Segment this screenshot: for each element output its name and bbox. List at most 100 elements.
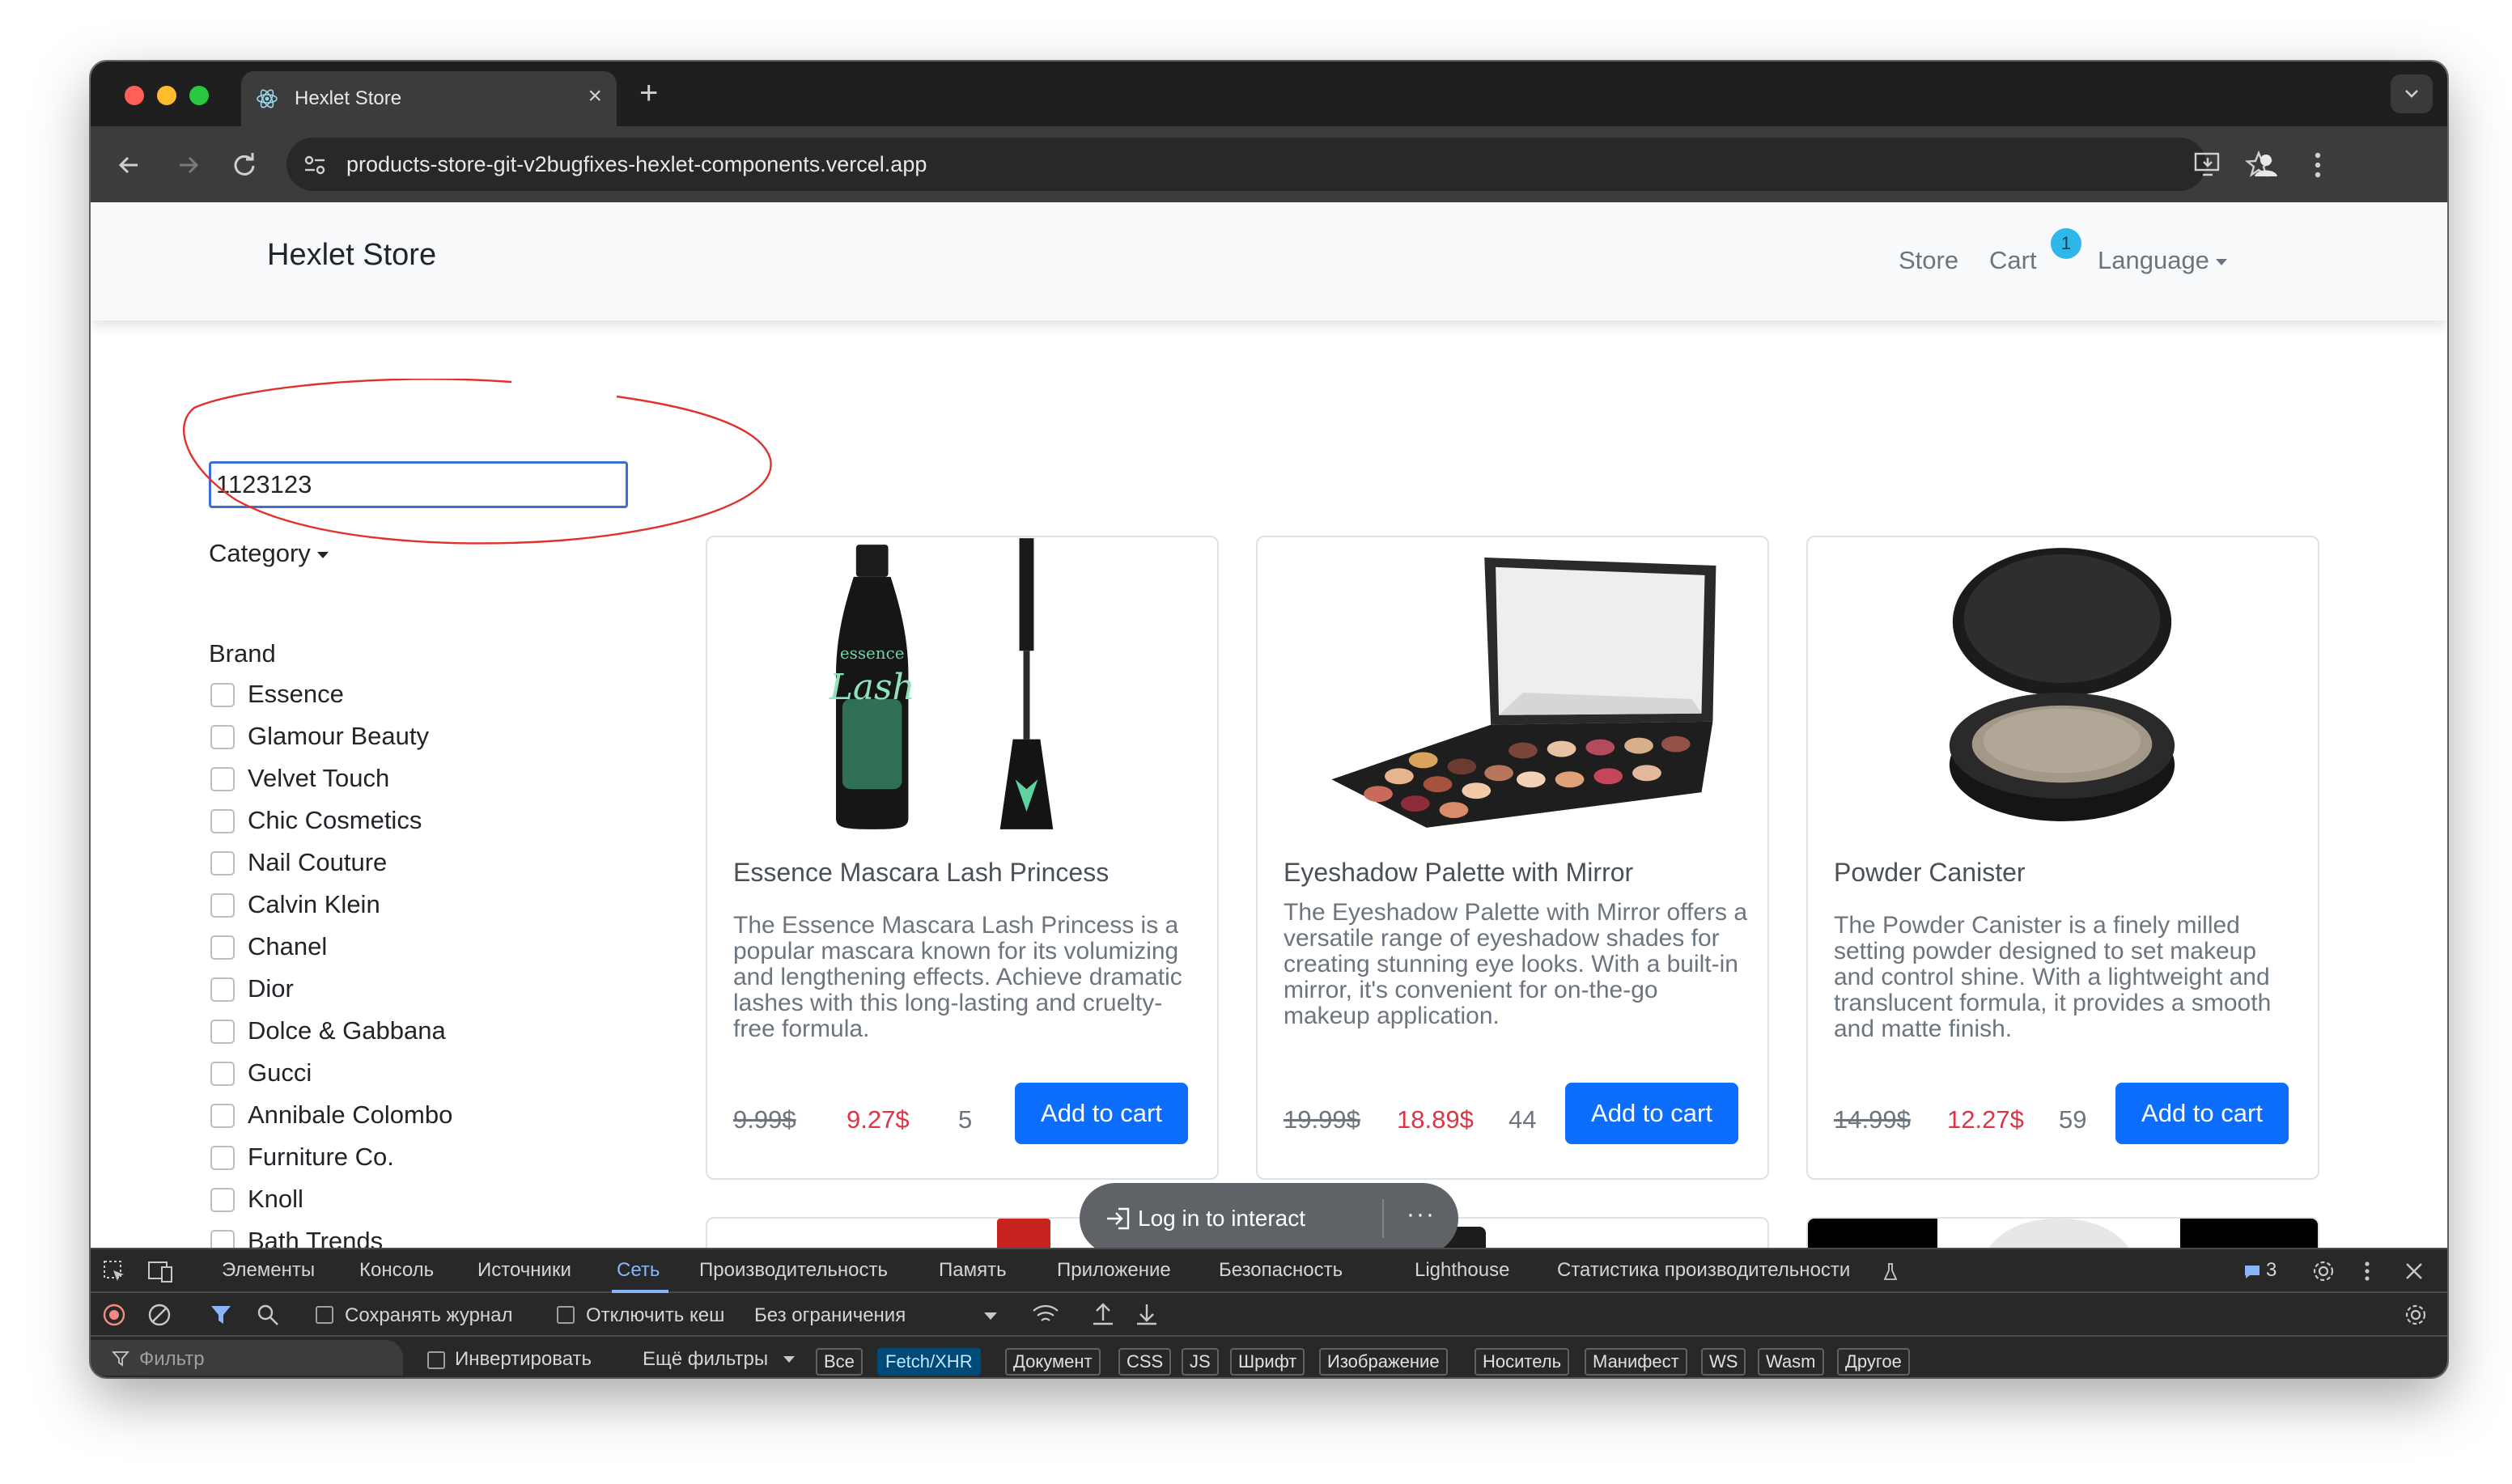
filter-chip-ws[interactable]: WS	[1701, 1348, 1746, 1376]
settings-gear-icon[interactable]	[2311, 1259, 2336, 1283]
devtools-tab-network[interactable]: Сеть	[617, 1259, 660, 1282]
issues-icon[interactable]	[2243, 1264, 2261, 1280]
reload-button[interactable]	[228, 149, 261, 181]
filter-chip-css[interactable]: CSS	[1118, 1348, 1172, 1376]
product-old-price: 14.99$	[1834, 1105, 1911, 1134]
nav-store-link[interactable]: Store	[1899, 246, 1958, 275]
filter-chip-wasm[interactable]: Wasm	[1758, 1348, 1824, 1376]
filter-chip-document[interactable]: Документ	[1005, 1348, 1101, 1376]
add-to-cart-button[interactable]: Add to cart	[2115, 1083, 2289, 1144]
browser-tab[interactable]: Hexlet Store ×	[241, 71, 617, 126]
brand-checkbox[interactable]	[210, 851, 235, 876]
more-options-icon[interactable]: ···	[1407, 1201, 1436, 1228]
device-toolbar-icon[interactable]	[147, 1259, 173, 1283]
brand-option-label: Essence	[248, 680, 344, 708]
filter-chip-fetch-xhr[interactable]: Fetch/XHR	[877, 1348, 981, 1376]
network-conditions-icon[interactable]	[1031, 1303, 1060, 1327]
brand-checkbox[interactable]	[210, 935, 235, 960]
store-navbar: Hexlet Store Store Cart 1 Language	[91, 202, 2447, 320]
svg-text:essence: essence	[840, 644, 905, 663]
record-stop-icon[interactable]	[102, 1303, 126, 1327]
brand-checkbox[interactable]	[210, 1020, 235, 1044]
brand-checkbox[interactable]	[210, 893, 235, 918]
browser-menu-icon[interactable]	[2313, 149, 2323, 181]
more-filters-dropdown[interactable]: Ещё фильтры	[643, 1348, 768, 1371]
login-to-interact-pill[interactable]: Log in to interact ···	[1080, 1183, 1458, 1248]
forward-button[interactable]	[172, 149, 204, 181]
filter-chip-js[interactable]: JS	[1182, 1348, 1219, 1376]
product-card: Eyeshadow Palette with Mirror The Eyesha…	[1256, 536, 1769, 1180]
devtools-tab-sources[interactable]: Источники	[477, 1259, 571, 1282]
add-to-cart-button[interactable]: Add to cart	[1015, 1083, 1188, 1144]
network-settings-gear-icon[interactable]	[2404, 1303, 2428, 1327]
brand-checkbox[interactable]	[210, 1062, 235, 1086]
cart-count-badge: 1	[2051, 228, 2081, 259]
brand-checkbox[interactable]	[210, 1104, 235, 1128]
brand-checkbox[interactable]	[210, 767, 235, 791]
throttling-select[interactable]: Без ограничения	[754, 1304, 906, 1327]
export-har-icon[interactable]	[1135, 1301, 1159, 1327]
tab-close-icon[interactable]: ×	[588, 84, 602, 108]
brand-checkbox[interactable]	[210, 683, 235, 707]
nav-cart-link[interactable]: Cart	[1989, 246, 2037, 275]
site-settings-icon	[304, 155, 325, 175]
devtools-tab-security[interactable]: Безопасность	[1219, 1259, 1343, 1282]
devtools-tab-application[interactable]: Приложение	[1057, 1259, 1171, 1282]
close-window-button[interactable]	[125, 86, 144, 105]
address-bar[interactable]: products-store-git-v2bugfixes-hexlet-com…	[286, 138, 2272, 191]
brand-checkbox[interactable]	[210, 1146, 235, 1170]
devtools-tab-bar: Элементы Консоль Источники Сеть Производ…	[91, 1249, 2447, 1293]
add-to-cart-button[interactable]: Add to cart	[1565, 1083, 1738, 1144]
brand-checkbox[interactable]	[210, 1230, 235, 1248]
brand-option-label: Chanel	[248, 932, 328, 960]
install-app-icon[interactable]	[2193, 151, 2222, 178]
filter-chip-font[interactable]: Шрифт	[1230, 1348, 1305, 1376]
reload-icon	[234, 153, 255, 176]
maximize-window-button[interactable]	[189, 86, 209, 105]
devtools-tab-elements[interactable]: Элементы	[222, 1259, 315, 1282]
devtools-tab-memory[interactable]: Память	[939, 1259, 1007, 1282]
brand-checkbox[interactable]	[210, 809, 235, 833]
devtools-tab-console[interactable]: Консоль	[359, 1259, 434, 1282]
search-icon[interactable]	[256, 1303, 280, 1327]
filter-chip-all[interactable]: Все	[816, 1348, 863, 1376]
import-har-icon[interactable]	[1091, 1301, 1115, 1327]
network-filter-input[interactable]: Фильтр	[91, 1340, 403, 1376]
tab-search-button[interactable]	[2391, 74, 2433, 113]
browser-window: Hexlet Store × + products-store-git-v2bu…	[91, 61, 2447, 1377]
brand-checkbox[interactable]	[210, 1188, 235, 1212]
brand-checkbox[interactable]	[210, 725, 235, 749]
minimize-window-button[interactable]	[157, 86, 176, 105]
filter-chip-other[interactable]: Другое	[1837, 1348, 1910, 1376]
close-devtools-icon[interactable]	[2404, 1261, 2425, 1282]
devtools-tab-lighthouse[interactable]: Lighthouse	[1415, 1259, 1509, 1282]
devtools-tab-performance[interactable]: Производительность	[699, 1259, 888, 1282]
back-button[interactable]	[113, 149, 146, 181]
brand-checkbox[interactable]	[210, 977, 235, 1002]
inspect-element-icon[interactable]	[102, 1259, 126, 1283]
devtools-menu-icon[interactable]	[2363, 1259, 2371, 1283]
new-tab-button[interactable]: +	[639, 73, 658, 113]
preserve-log-label: Сохранять журнал	[345, 1304, 513, 1326]
mascara-product-image: essence Lash	[829, 538, 1054, 829]
filter-chip-image[interactable]: Изображение	[1319, 1348, 1448, 1376]
brand-option-label: Velvet Touch	[248, 764, 390, 792]
store-brand-link[interactable]: Hexlet Store	[267, 238, 436, 273]
preserve-log-checkbox[interactable]	[316, 1306, 333, 1324]
profile-icon[interactable]	[2250, 149, 2282, 181]
brand-option-label: Dolce & Gabbana	[248, 1016, 446, 1045]
arrow-right-icon	[180, 156, 199, 174]
filter-chip-manifest[interactable]: Манифест	[1585, 1348, 1687, 1376]
disable-cache-checkbox[interactable]	[557, 1306, 575, 1324]
language-dropdown[interactable]: Language	[2098, 246, 2227, 275]
filter-funnel-icon[interactable]	[209, 1303, 233, 1327]
product-stock: 5	[958, 1105, 973, 1134]
invert-filter-checkbox[interactable]	[427, 1351, 445, 1369]
screenshot-stage: Hexlet Store × + products-store-git-v2bu…	[0, 0, 2512, 1484]
product-stock: 44	[1508, 1105, 1537, 1134]
product-title: Eyeshadow Palette with Mirror	[1284, 858, 1634, 887]
devtools-tab-performance-insights[interactable]: Статистика производительности	[1557, 1259, 1850, 1282]
category-dropdown[interactable]: Category	[209, 539, 329, 568]
filter-chip-media[interactable]: Носитель	[1475, 1348, 1570, 1376]
clear-log-icon[interactable]	[147, 1303, 172, 1327]
